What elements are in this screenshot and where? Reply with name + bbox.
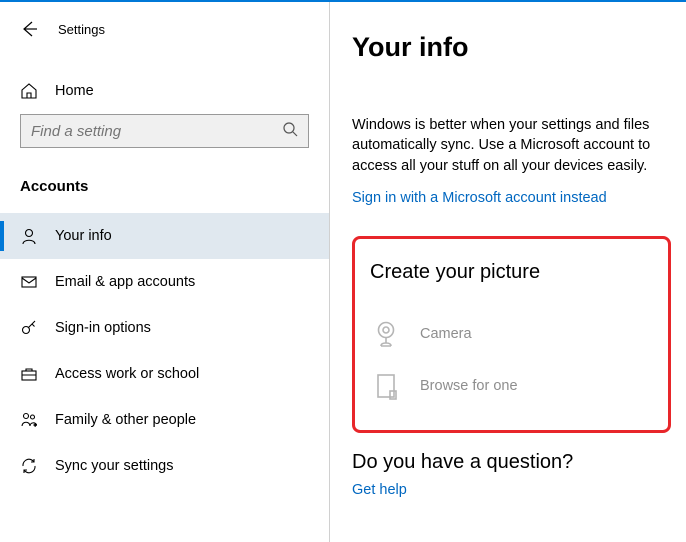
person-icon (20, 227, 38, 245)
app-container: Settings Home Accou (0, 2, 686, 542)
browse-icon (370, 370, 402, 402)
sidebar-item-your-info[interactable]: Your info (0, 213, 329, 259)
sidebar-item-label: Family & other people (55, 412, 196, 428)
sidebar-item-family[interactable]: Family & other people (0, 397, 329, 443)
sidebar: Settings Home Accou (0, 2, 330, 542)
signin-link[interactable]: Sign in with a Microsoft account instead (352, 190, 671, 206)
search-container (0, 114, 329, 170)
sidebar-item-sync[interactable]: Sync your settings (0, 443, 329, 489)
sidebar-item-signin[interactable]: Sign-in options (0, 305, 329, 351)
camera-option[interactable]: Camera (370, 308, 653, 360)
key-icon (20, 319, 38, 337)
browse-option[interactable]: Browse for one (370, 360, 653, 412)
question-title: Do you have a question? (352, 451, 671, 474)
sidebar-item-label: Sync your settings (55, 458, 173, 474)
briefcase-icon (20, 365, 38, 383)
home-icon (20, 82, 38, 100)
window-title: Settings (58, 22, 105, 37)
sidebar-item-work[interactable]: Access work or school (0, 351, 329, 397)
search-icon (282, 121, 298, 142)
camera-icon (370, 318, 402, 350)
search-box[interactable] (20, 114, 309, 148)
create-picture-section: Create your picture Camera (352, 236, 671, 433)
create-picture-title: Create your picture (370, 261, 653, 284)
sidebar-item-label: Email & app accounts (55, 274, 195, 290)
browse-label: Browse for one (420, 378, 518, 394)
search-input[interactable] (31, 123, 282, 140)
sidebar-section-label: Accounts (0, 170, 329, 213)
mail-icon (20, 273, 38, 291)
account-description: Windows is better when your settings and… (352, 115, 671, 176)
back-icon[interactable] (20, 20, 38, 38)
get-help-link[interactable]: Get help (352, 482, 671, 498)
sidebar-item-label: Sign-in options (55, 320, 151, 336)
sidebar-item-label: Access work or school (55, 366, 199, 382)
sync-icon (20, 457, 38, 475)
people-icon (20, 411, 38, 429)
sidebar-item-label: Your info (55, 228, 112, 244)
main-content: Your info Windows is better when your se… (330, 2, 686, 542)
header-row: Settings (0, 20, 329, 38)
sidebar-item-email[interactable]: Email & app accounts (0, 259, 329, 305)
page-title: Your info (352, 32, 671, 63)
sidebar-item-label: Home (55, 83, 94, 99)
sidebar-item-home[interactable]: Home (0, 68, 329, 114)
camera-label: Camera (420, 326, 472, 342)
